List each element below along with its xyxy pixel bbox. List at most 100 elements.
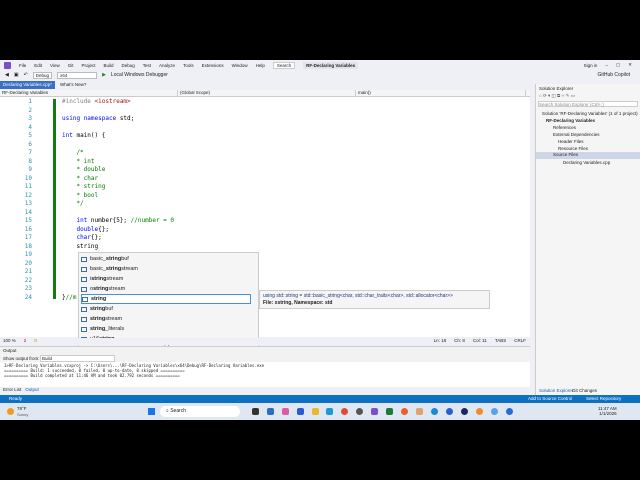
- play-icon[interactable]: ▶: [102, 72, 106, 78]
- tree-project[interactable]: RF-Declaring Variables: [546, 118, 595, 123]
- excel-icon[interactable]: [386, 408, 393, 415]
- weather-desc[interactable]: Sunny: [17, 412, 28, 417]
- tree-resource-files[interactable]: Resource Files: [558, 146, 588, 151]
- edge-icon[interactable]: [326, 408, 333, 415]
- completion-item[interactable]: string_literals: [81, 324, 251, 334]
- code-line[interactable]: string: [62, 243, 98, 250]
- menu-analyze[interactable]: Analyze: [159, 63, 175, 68]
- firefox-icon[interactable]: [401, 408, 408, 415]
- tree-cpp-file[interactable]: Declaring Variables.cpp: [563, 160, 610, 165]
- menu-project[interactable]: Project: [81, 63, 95, 68]
- tree-header-files[interactable]: Header Files: [558, 139, 584, 144]
- app-icon[interactable]: [356, 408, 363, 415]
- taskbar-search[interactable]: ⌕ Search: [160, 406, 240, 417]
- file-explorer-icon[interactable]: [312, 408, 319, 415]
- back-icon[interactable]: ◀: [5, 72, 9, 78]
- completion-item[interactable]: stringbuf: [81, 304, 251, 314]
- member-dropdown[interactable]: main(): [356, 90, 526, 96]
- app-icon[interactable]: [476, 408, 483, 415]
- tab-solution-explorer[interactable]: Solution Explorer: [539, 388, 573, 393]
- code-line[interactable]: int main() {: [62, 132, 105, 139]
- code-line[interactable]: * string: [62, 183, 105, 190]
- solution-search-input[interactable]: Search Solution Explorer (Ctrl+;): [538, 101, 638, 107]
- completion-item[interactable]: string: [81, 294, 251, 304]
- code-line[interactable]: * char: [62, 175, 98, 182]
- app-icon[interactable]: [297, 408, 304, 415]
- menu-test[interactable]: Test: [143, 63, 151, 68]
- menu-file[interactable]: File: [19, 63, 26, 68]
- completion-item[interactable]: stringstream: [81, 314, 251, 324]
- copilot-icon[interactable]: [282, 408, 289, 415]
- tab-declaring-variables[interactable]: Declaring Variables.cpp*: [0, 81, 55, 89]
- error-count[interactable]: 2: [24, 338, 27, 345]
- line-number: 2: [28, 106, 32, 114]
- menu-git[interactable]: Git: [68, 63, 74, 68]
- tree-external-dependencies[interactable]: External Dependencies: [553, 132, 600, 137]
- completion-item[interactable]: basic_stringbuf: [81, 254, 251, 264]
- menu-tools[interactable]: Tools: [183, 63, 194, 68]
- menu-extensions[interactable]: Extensions: [202, 63, 224, 68]
- app-icon[interactable]: [431, 408, 438, 415]
- search-box[interactable]: Search: [272, 61, 296, 69]
- chrome-icon[interactable]: [341, 408, 348, 415]
- app-icon[interactable]: [491, 408, 498, 415]
- undo-icon[interactable]: ↶: [24, 72, 28, 78]
- app-icon[interactable]: [446, 408, 453, 415]
- start-icon[interactable]: [148, 408, 155, 415]
- code-line[interactable]: using namespace std;: [62, 115, 134, 122]
- menu-debug[interactable]: Debug: [122, 63, 135, 68]
- clock[interactable]: 11:47 AM 1/1/2026: [598, 406, 617, 416]
- code-line[interactable]: }//m: [62, 294, 76, 301]
- outlook-icon[interactable]: [267, 408, 274, 415]
- completion-item[interactable]: istringstream: [81, 274, 251, 284]
- tab-error-list[interactable]: Error List: [3, 387, 21, 392]
- zoom-level[interactable]: 100 %: [3, 338, 16, 345]
- menu-help[interactable]: Help: [256, 63, 265, 68]
- tab-whats-new[interactable]: What's New?: [57, 81, 89, 89]
- tab-output[interactable]: Output: [25, 387, 39, 392]
- tree-solution[interactable]: Solution 'RF-Declaring Variables' (1 of …: [542, 111, 638, 116]
- code-line[interactable]: * double: [62, 166, 105, 173]
- line-number: 20: [24, 259, 32, 267]
- project-dropdown[interactable]: RF-Declaring Variables: [0, 90, 178, 96]
- app-icon[interactable]: [416, 408, 423, 415]
- menu-edit[interactable]: Edit: [34, 63, 42, 68]
- app-icon[interactable]: [461, 408, 468, 415]
- menu-build[interactable]: Build: [104, 63, 114, 68]
- warning-count[interactable]: 0: [34, 338, 37, 345]
- completion-item[interactable]: basic_stringstream: [81, 264, 251, 274]
- code-line[interactable]: int number{5}; //number = 0: [62, 217, 174, 224]
- tree-source-files[interactable]: Source Files: [536, 152, 640, 159]
- line-number: 12: [24, 191, 32, 199]
- start-debugger-button[interactable]: Local Windows Debugger: [111, 72, 168, 78]
- maximize-button[interactable]: ▢: [616, 62, 620, 68]
- task-view-icon[interactable]: [252, 408, 259, 415]
- configuration-dropdown[interactable]: Debug: [32, 71, 53, 79]
- code-line[interactable]: double{};: [62, 226, 109, 233]
- code-line[interactable]: /*: [62, 149, 83, 156]
- github-copilot-button[interactable]: GitHub Copilot: [597, 72, 630, 78]
- scope-dropdown[interactable]: (Global Scope): [178, 90, 356, 96]
- app-icon[interactable]: [506, 408, 513, 415]
- code-line[interactable]: char{};: [62, 234, 101, 241]
- code-line[interactable]: #include <iostream>: [62, 98, 131, 105]
- minimize-button[interactable]: –: [605, 63, 608, 68]
- menu-view[interactable]: View: [50, 63, 60, 68]
- add-to-source-control-button[interactable]: Add to Source Control: [528, 396, 572, 401]
- select-repository-button[interactable]: Select Repository: [586, 396, 621, 401]
- code-line[interactable]: * int: [62, 158, 94, 165]
- code-line[interactable]: * bool: [62, 192, 98, 199]
- output-source-dropdown[interactable]: Build: [40, 355, 115, 362]
- completion-item[interactable]: ostringstream: [81, 284, 251, 294]
- code-line[interactable]: */: [62, 200, 83, 207]
- menu-window[interactable]: Window: [232, 63, 248, 68]
- save-icon[interactable]: ▣: [14, 72, 19, 78]
- close-button[interactable]: ✕: [628, 62, 632, 68]
- weather-temp[interactable]: 78°F: [17, 406, 27, 411]
- solution-explorer-toolbar: ⌂ ⟳ ▾ ◫ ⧉ ‹› ✎ ▭: [539, 93, 575, 98]
- sign-in-link[interactable]: Sign in: [584, 63, 598, 68]
- tree-references[interactable]: References: [553, 125, 576, 130]
- tab-git-changes[interactable]: Git Changes: [572, 388, 597, 393]
- platform-dropdown[interactable]: x64: [57, 71, 98, 79]
- visual-studio-icon[interactable]: [371, 408, 378, 415]
